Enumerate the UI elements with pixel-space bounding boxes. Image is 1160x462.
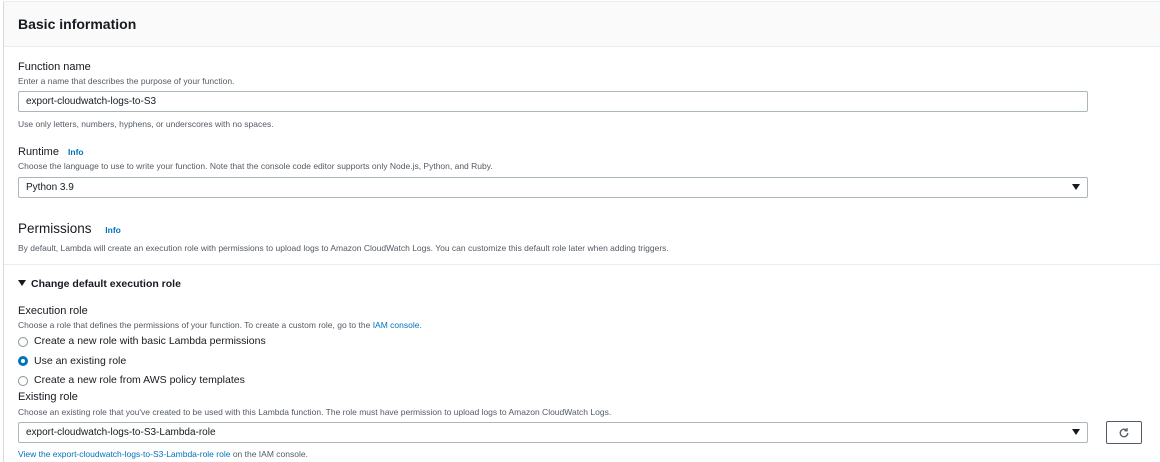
runtime-label-text: Runtime bbox=[18, 146, 59, 158]
caret-down-icon bbox=[1072, 184, 1080, 190]
runtime-selected-value: Python 3.9 bbox=[26, 182, 74, 193]
radio-use-existing-role[interactable] bbox=[18, 356, 28, 366]
existing-role-description: Choose an existing role that you've crea… bbox=[18, 407, 612, 417]
permissions-heading: Permissions Info bbox=[18, 221, 121, 236]
permissions-title: Permissions bbox=[18, 221, 92, 236]
runtime-select[interactable]: Python 3.9 bbox=[18, 177, 1088, 198]
runtime-info-link[interactable]: Info bbox=[68, 147, 84, 157]
panel-header: Basic information bbox=[4, 2, 1160, 47]
caret-down-icon bbox=[1072, 429, 1080, 435]
function-name-description: Enter a name that describes the purpose … bbox=[18, 76, 235, 86]
refresh-icon bbox=[1119, 427, 1129, 437]
radio-create-from-templates-label[interactable]: Create a new role from AWS policy templa… bbox=[34, 374, 245, 386]
function-name-input[interactable]: export-cloudwatch-logs-to-S3 bbox=[18, 91, 1088, 112]
runtime-description: Choose the language to use to write your… bbox=[18, 161, 493, 171]
radio-use-existing-role-label[interactable]: Use an existing role bbox=[34, 355, 126, 367]
divider bbox=[4, 264, 1160, 265]
toggle-label: Change default execution role bbox=[31, 278, 181, 290]
change-execution-role-toggle[interactable]: Change default execution role bbox=[18, 278, 181, 290]
iam-console-link[interactable]: IAM console bbox=[373, 320, 420, 330]
function-name-label: Function name bbox=[18, 61, 91, 73]
existing-role-select[interactable]: export-cloudwatch-logs-to-S3-Lambda-role bbox=[18, 422, 1088, 443]
view-role-text: View the export-cloudwatch-logs-to-S3-La… bbox=[18, 449, 308, 459]
view-role-suffix: on the IAM console. bbox=[230, 449, 308, 459]
existing-role-selected-value: export-cloudwatch-logs-to-S3-Lambda-role bbox=[26, 427, 216, 438]
refresh-button[interactable] bbox=[1106, 421, 1142, 444]
radio-create-from-templates[interactable] bbox=[18, 376, 28, 386]
radio-create-basic-role[interactable] bbox=[18, 337, 28, 347]
existing-role-label: Existing role bbox=[18, 391, 78, 403]
function-name-value: export-cloudwatch-logs-to-S3 bbox=[26, 96, 157, 107]
basic-information-panel: Basic information Function name Enter a … bbox=[3, 1, 1160, 462]
section-title: Basic information bbox=[18, 16, 137, 32]
function-name-constraint: Use only letters, numbers, hyphens, or u… bbox=[18, 119, 274, 129]
permissions-description: By default, Lambda will create an execut… bbox=[18, 243, 669, 253]
execution-role-description: Choose a role that defines the permissio… bbox=[18, 320, 422, 330]
execution-role-label: Execution role bbox=[18, 305, 88, 317]
execution-role-description-suffix: . bbox=[419, 320, 422, 330]
execution-role-description-text: Choose a role that defines the permissio… bbox=[18, 320, 373, 330]
caret-down-filled-icon bbox=[18, 280, 26, 286]
runtime-label: Runtime Info bbox=[18, 146, 84, 158]
view-role-link[interactable]: View the export-cloudwatch-logs-to-S3-La… bbox=[18, 449, 230, 459]
permissions-info-link[interactable]: Info bbox=[105, 225, 121, 235]
radio-create-basic-role-label[interactable]: Create a new role with basic Lambda perm… bbox=[34, 335, 266, 347]
